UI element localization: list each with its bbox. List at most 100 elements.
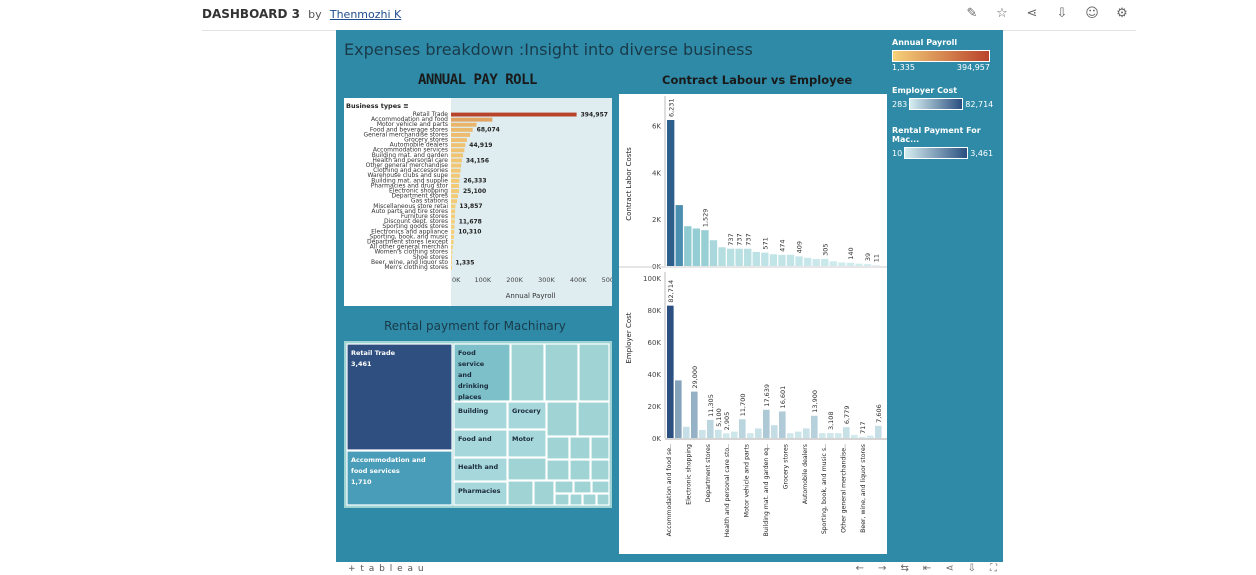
payroll-x-tick: 400K [570, 276, 587, 284]
employer-bar [779, 411, 786, 438]
contract-bar [812, 258, 820, 266]
employer-bar [851, 434, 858, 438]
treemap-label: drinking [458, 382, 489, 390]
employer-bar [859, 436, 866, 438]
treemap-label: Health and [458, 463, 498, 471]
contract-bar [735, 248, 743, 266]
employer-bar [763, 409, 770, 438]
treemap-small-cell [554, 480, 574, 494]
employer-legend-max: 82,714 [965, 99, 994, 109]
user-icon[interactable]: ☺ [1084, 6, 1100, 22]
employer-bar [691, 391, 698, 438]
payroll-x-tick: 300K [538, 276, 555, 284]
rental-legend-min: 10 [892, 148, 903, 158]
employer-legend-title: Employer Cost [892, 86, 958, 95]
payroll-bar [451, 184, 459, 188]
contract-bar [761, 252, 769, 266]
employer-bar [707, 419, 714, 438]
contract-data-label: 737 [727, 233, 735, 245]
treemap-label: and [458, 371, 472, 379]
payroll-bar [451, 163, 462, 168]
dashboard-header: DASHBOARD 3 by Thenmozhi K [202, 7, 401, 21]
contract-bar [769, 254, 778, 266]
contract-bar [838, 262, 846, 266]
treemap-label: Retail Trade [351, 349, 396, 357]
contract-bar [863, 264, 872, 266]
contract-title: Contract Labour vs Employee [662, 73, 853, 87]
employer-bar [835, 433, 842, 438]
treemap-label: Motor [512, 435, 535, 443]
contract-bar [846, 262, 855, 266]
treemap-small-cell [590, 436, 610, 460]
payroll-bar [451, 158, 462, 163]
contract-bar [692, 228, 701, 266]
payroll-bar [451, 148, 465, 153]
payroll-axis-bg [451, 98, 612, 306]
treemap-small-cell [507, 480, 534, 506]
employer-bar [675, 380, 682, 438]
payroll-data-label: 34,156 [466, 157, 489, 164]
employer-legend-gradient[interactable] [909, 98, 964, 110]
treemap-small-cell [596, 493, 610, 506]
undo-icon[interactable]: ← [856, 563, 864, 574]
revert-icon[interactable]: ⇆ [900, 563, 908, 574]
payroll-data-label: 25,100 [463, 188, 486, 195]
rental-treemap: Retail Trade 3,461 Accommodation and food s… [344, 341, 612, 508]
payroll-bar [451, 235, 454, 239]
contract-data-label: 737 [736, 233, 744, 245]
payroll-bar [451, 133, 471, 137]
payroll-bar [451, 178, 460, 183]
contract-data-label: 6,231 [667, 98, 675, 117]
payroll-bar [451, 127, 473, 132]
pause-icon[interactable]: ⇤ [923, 563, 931, 574]
employer-data-label: 717 [859, 421, 867, 433]
rental-treemap-panel[interactable]: Retail Trade 3,461 Accommodation and food s… [344, 341, 612, 508]
payroll-bar [451, 240, 454, 244]
footer-share-icon[interactable]: ⋖ [945, 563, 953, 574]
payroll-bar [451, 138, 467, 142]
contract-chart-panel[interactable]: Contract Labor Costs 0K 2K 4K 6K 6,231 1,529 73… [619, 94, 887, 554]
footer-download-icon[interactable]: ⇩ [968, 563, 976, 574]
star-icon[interactable]: ☆ [994, 6, 1010, 22]
employer-y-tick: 40K [648, 371, 662, 379]
download-icon[interactable]: ⇩ [1054, 6, 1070, 22]
employer-category-label: Grocery stores [782, 444, 789, 489]
contract-y-tick: 4K [652, 169, 661, 177]
tableau-brand[interactable]: + t a b l e a u [348, 564, 425, 574]
contract-chart: Contract Labor Costs 0K 2K 4K 6K 6,231 1,529 73… [619, 96, 887, 537]
employer-bar [683, 426, 690, 438]
payroll-chart-panel[interactable]: Business types ≡ Retail Trade 394,957 Accom… [344, 98, 619, 306]
author-link[interactable]: Thenmozhi K [330, 8, 401, 21]
payroll-x-tick: 500K [602, 276, 612, 284]
redo-icon[interactable]: → [878, 563, 886, 574]
employer-bar [699, 430, 706, 438]
payroll-xlabel: Annual Payroll [506, 292, 556, 300]
contract-bar [795, 256, 803, 266]
payroll-data-label: 1,335 [455, 259, 474, 266]
treemap-small-cell [590, 459, 610, 481]
share-icon[interactable]: ⋖ [1024, 6, 1040, 22]
treemap-small-cell [554, 493, 570, 506]
payroll-legend-max: 394,957 [956, 63, 990, 72]
payroll-category-label: Men's clothing stores [384, 264, 448, 271]
payroll-data-label: 26,333 [463, 178, 486, 185]
employer-bar [795, 431, 802, 438]
settings-icon[interactable]: ⚙ [1114, 6, 1130, 22]
employer-category-label: Department stores [705, 444, 712, 502]
payroll-bar [451, 173, 460, 178]
employer-data-label: 29,000 [691, 366, 699, 389]
payroll-bar [451, 260, 452, 265]
employer-bar [771, 425, 778, 438]
rental-legend-max: 3,461 [970, 148, 994, 158]
rental-legend-gradient[interactable] [904, 147, 969, 159]
payroll-legend-gradient[interactable] [892, 50, 990, 62]
payroll-data-label: 13,857 [459, 203, 482, 210]
edit-icon[interactable]: ✎ [964, 6, 980, 22]
dashboard-canvas: Expenses breakdown :Insight into diverse… [336, 30, 1003, 562]
employer-data-label: 82,714 [667, 280, 675, 303]
contract-data-label: 140 [847, 247, 855, 259]
fullscreen-icon[interactable]: ⛶ [990, 563, 997, 574]
contract-bar [701, 230, 709, 266]
treemap-label: Pharmacies [458, 487, 501, 495]
employer-category-label: Sporting, book, and music s.. [821, 444, 828, 534]
